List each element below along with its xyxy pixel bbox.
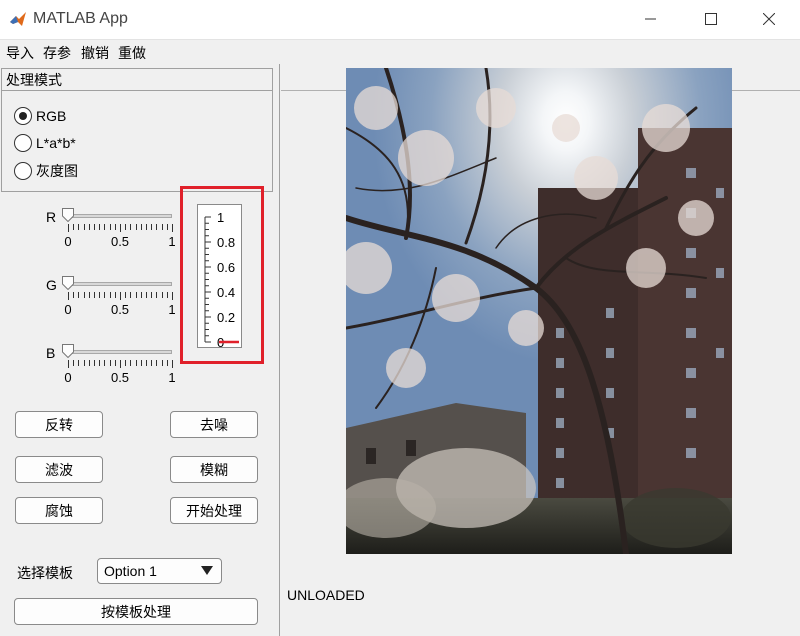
radio-rgb-indicator[interactable]: [14, 107, 32, 125]
erode-button[interactable]: 腐蚀: [15, 497, 103, 524]
template-dropdown-value: Option 1: [104, 563, 157, 579]
slider-red-track[interactable]: [68, 214, 172, 218]
slider-blue-track[interactable]: [68, 350, 172, 354]
slider-tick-label: 0.5: [110, 234, 130, 249]
maximize-button[interactable]: [688, 0, 734, 38]
gauge-tick-label: 1: [217, 210, 224, 225]
slider-green-ticks: [68, 292, 173, 300]
matlab-logo-icon: [10, 12, 26, 26]
gauge-scale: 10.80.60.40.20: [204, 210, 239, 350]
denoise-button[interactable]: 去噪: [170, 411, 258, 438]
slider-tick-label: 0: [64, 234, 72, 249]
status-text: UNLOADED: [287, 587, 365, 603]
invert-button[interactable]: 反转: [15, 411, 103, 438]
slider-tick-label: 1: [168, 302, 176, 317]
slider-green-track[interactable]: [68, 282, 172, 286]
gauge-tick-label: 0.4: [217, 285, 235, 300]
radio-gray[interactable]: 灰度图: [14, 161, 78, 181]
radio-rgb[interactable]: RGB: [14, 106, 66, 126]
slider-tick-label: 0: [64, 302, 72, 317]
menu-undo[interactable]: 撤销: [81, 43, 109, 63]
radio-lab-label: L*a*b*: [36, 135, 76, 151]
radio-gray-label: 灰度图: [36, 163, 78, 179]
radio-gray-indicator[interactable]: [14, 162, 32, 180]
slider-blue-label: B: [46, 345, 56, 361]
blur-button[interactable]: 模糊: [170, 456, 258, 483]
slider-tick-label: 1: [168, 370, 176, 385]
template-label: 选择模板: [17, 565, 73, 581]
slider-red-thumb[interactable]: [62, 208, 74, 222]
radio-lab-indicator[interactable]: [14, 134, 32, 152]
gauge-tick-label: 0.2: [217, 310, 235, 325]
mode-button-group: 处理模式 RGB L*a*b* 灰度图: [1, 68, 273, 192]
minimize-button[interactable]: [628, 0, 674, 38]
linear-gauge: 10.80.60.40.20: [197, 204, 242, 350]
gauge-tick-label: 0.8: [217, 235, 235, 250]
radio-rgb-label: RGB: [36, 108, 67, 124]
maximize-icon: [705, 13, 717, 25]
minimize-icon: [645, 18, 656, 20]
slider-green-thumb[interactable]: [62, 276, 74, 290]
slider-tick-label: 1: [168, 234, 176, 249]
slider-blue-ticks: [68, 360, 173, 368]
slider-blue-thumb[interactable]: [62, 344, 74, 358]
start-process-button[interactable]: 开始处理: [170, 497, 258, 524]
menu-save-params[interactable]: 存参: [43, 43, 71, 63]
image-panel: UNLOADED: [281, 64, 800, 636]
slider-tick-label: 0.5: [110, 370, 130, 385]
mode-group-title: 处理模式: [2, 69, 272, 91]
close-icon: [763, 13, 775, 25]
gauge-tick-label: 0.6: [217, 260, 235, 275]
radio-lab[interactable]: L*a*b*: [14, 133, 76, 153]
menu-bar: 导入 存参 撤销 重做: [0, 40, 800, 64]
slider-red-ticks: [68, 224, 173, 232]
close-button[interactable]: [746, 0, 792, 38]
menu-redo[interactable]: 重做: [118, 43, 146, 63]
filter-button[interactable]: 滤波: [15, 456, 103, 483]
window-title: MATLAB App: [33, 10, 128, 27]
slider-red-label: R: [46, 209, 57, 225]
image-preview: [346, 68, 732, 554]
slider-green-label: G: [46, 277, 57, 293]
template-process-button[interactable]: 按模板处理: [14, 598, 258, 625]
title-bar: MATLAB App: [0, 0, 800, 40]
chevron-down-icon: [201, 566, 213, 575]
template-dropdown[interactable]: Option 1: [97, 558, 222, 584]
menu-import[interactable]: 导入: [6, 43, 34, 63]
slider-tick-label: 0.5: [110, 302, 130, 317]
slider-tick-label: 0: [64, 370, 72, 385]
